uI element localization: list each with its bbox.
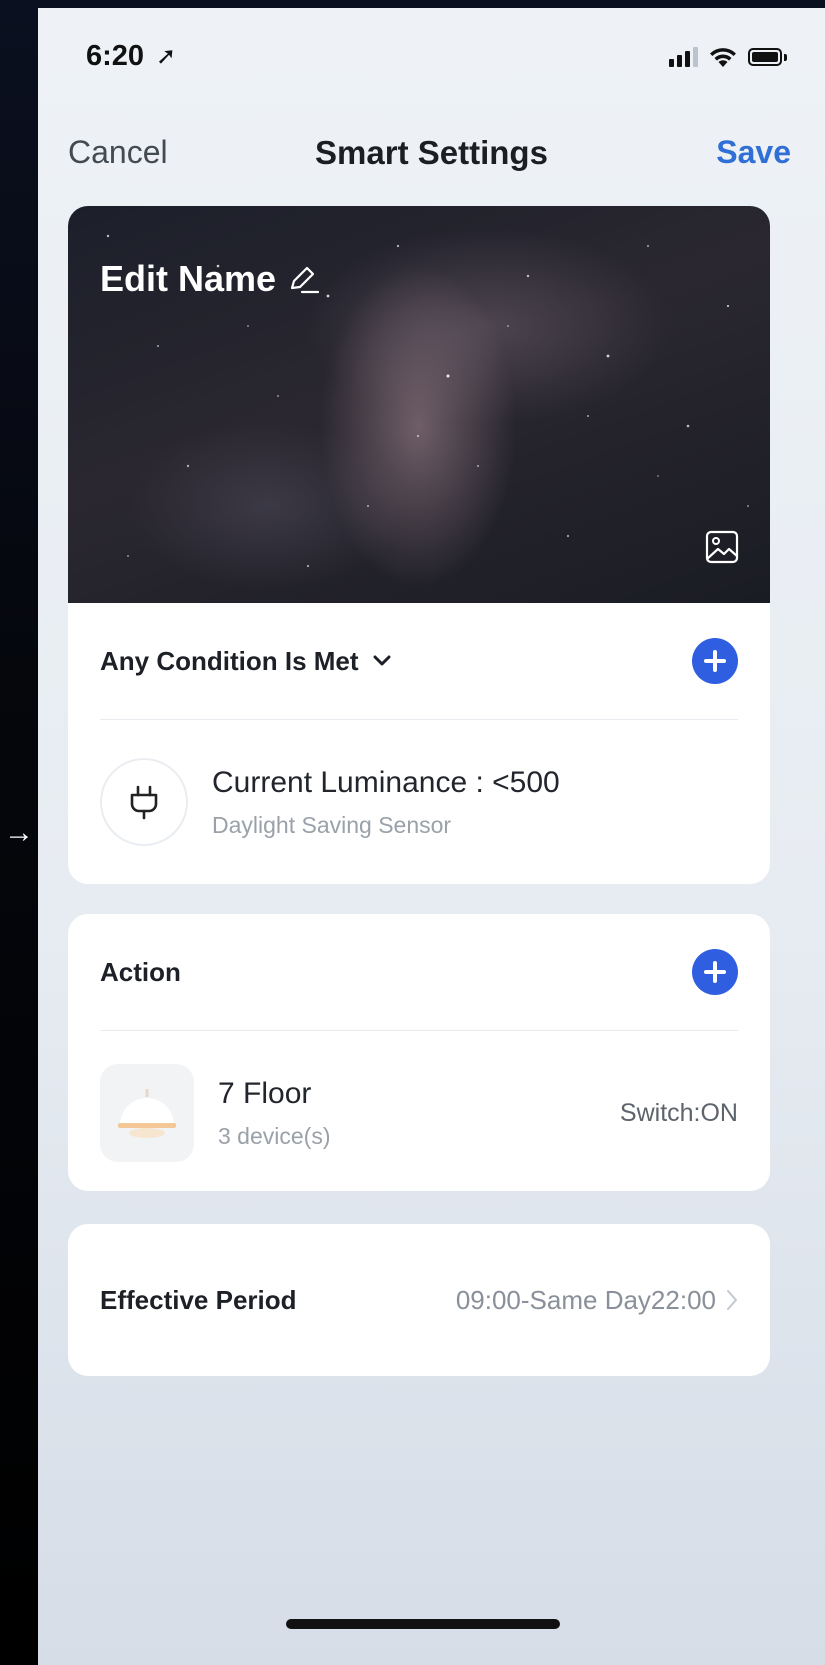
status-time: 6:20 [86,40,145,72]
scene-cover-image: Edit Name [68,206,770,603]
action-text: 7 Floor 3 device(s) [218,1077,330,1150]
scene-name: Edit Name [100,258,277,299]
page-title: Smart Settings [315,134,548,171]
change-image-icon[interactable] [704,529,740,565]
condition-mode-dropdown[interactable]: Any Condition Is Met [100,646,391,677]
effective-period-value: 09:00-Same Day22:00 [455,1284,716,1315]
action-header: Action [100,914,738,1030]
action-title: Action [100,956,181,987]
condition-title: Current Luminance : <500 [212,765,560,799]
home-indicator[interactable] [286,1619,560,1629]
condition-device: Daylight Saving Sensor [212,811,452,838]
condition-text: Current Luminance : <500 Daylight Saving… [212,766,560,839]
plug-icon [100,758,188,846]
action-device-count: 3 device(s) [218,1122,331,1149]
effective-period-card[interactable]: Effective Period 09:00-Same Day22:00 [68,1224,770,1376]
phone-screen: 6:20 ➚ Cancel Smart Settings Save Edit N… [38,8,825,1665]
pencil-icon [290,266,320,294]
effective-period-row[interactable]: Effective Period 09:00-Same Day22:00 [100,1224,738,1376]
chevron-right-icon [727,1290,737,1310]
location-arrow-icon: ➚ [156,43,177,70]
arrow-right-icon: → [4,816,34,849]
edit-name-button[interactable]: Edit Name [100,258,320,300]
effective-period-label: Effective Period [100,1284,297,1315]
wifi-icon [710,48,736,67]
ceiling-lamp-icon [100,1064,194,1162]
action-row[interactable]: 7 Floor 3 device(s) Switch:ON [100,1031,738,1195]
navigation-bar: Cancel Smart Settings Save [38,108,825,198]
action-room-name: 7 Floor [218,1076,312,1110]
conditions-header: Any Condition Is Met [100,603,738,719]
chevron-down-icon [373,655,391,666]
condition-row[interactable]: Current Luminance : <500 Daylight Saving… [100,720,738,884]
status-bar: 6:20 ➚ [38,8,825,108]
save-button[interactable]: Save [716,134,791,171]
effective-period-value-wrap: 09:00-Same Day22:00 [456,1285,738,1316]
conditions-card: Any Condition Is Met Current Luminance :… [68,603,770,884]
action-value: Switch:ON [619,1098,738,1127]
action-card: Action 7 Floor 3 device(s) Switch:ON [68,914,770,1191]
condition-mode-label: Any Condition Is Met [100,645,359,676]
cellular-signal-icon [669,47,698,67]
status-icons [669,46,787,68]
add-action-button[interactable] [692,949,738,995]
battery-icon [748,48,787,66]
add-condition-button[interactable] [692,638,738,684]
